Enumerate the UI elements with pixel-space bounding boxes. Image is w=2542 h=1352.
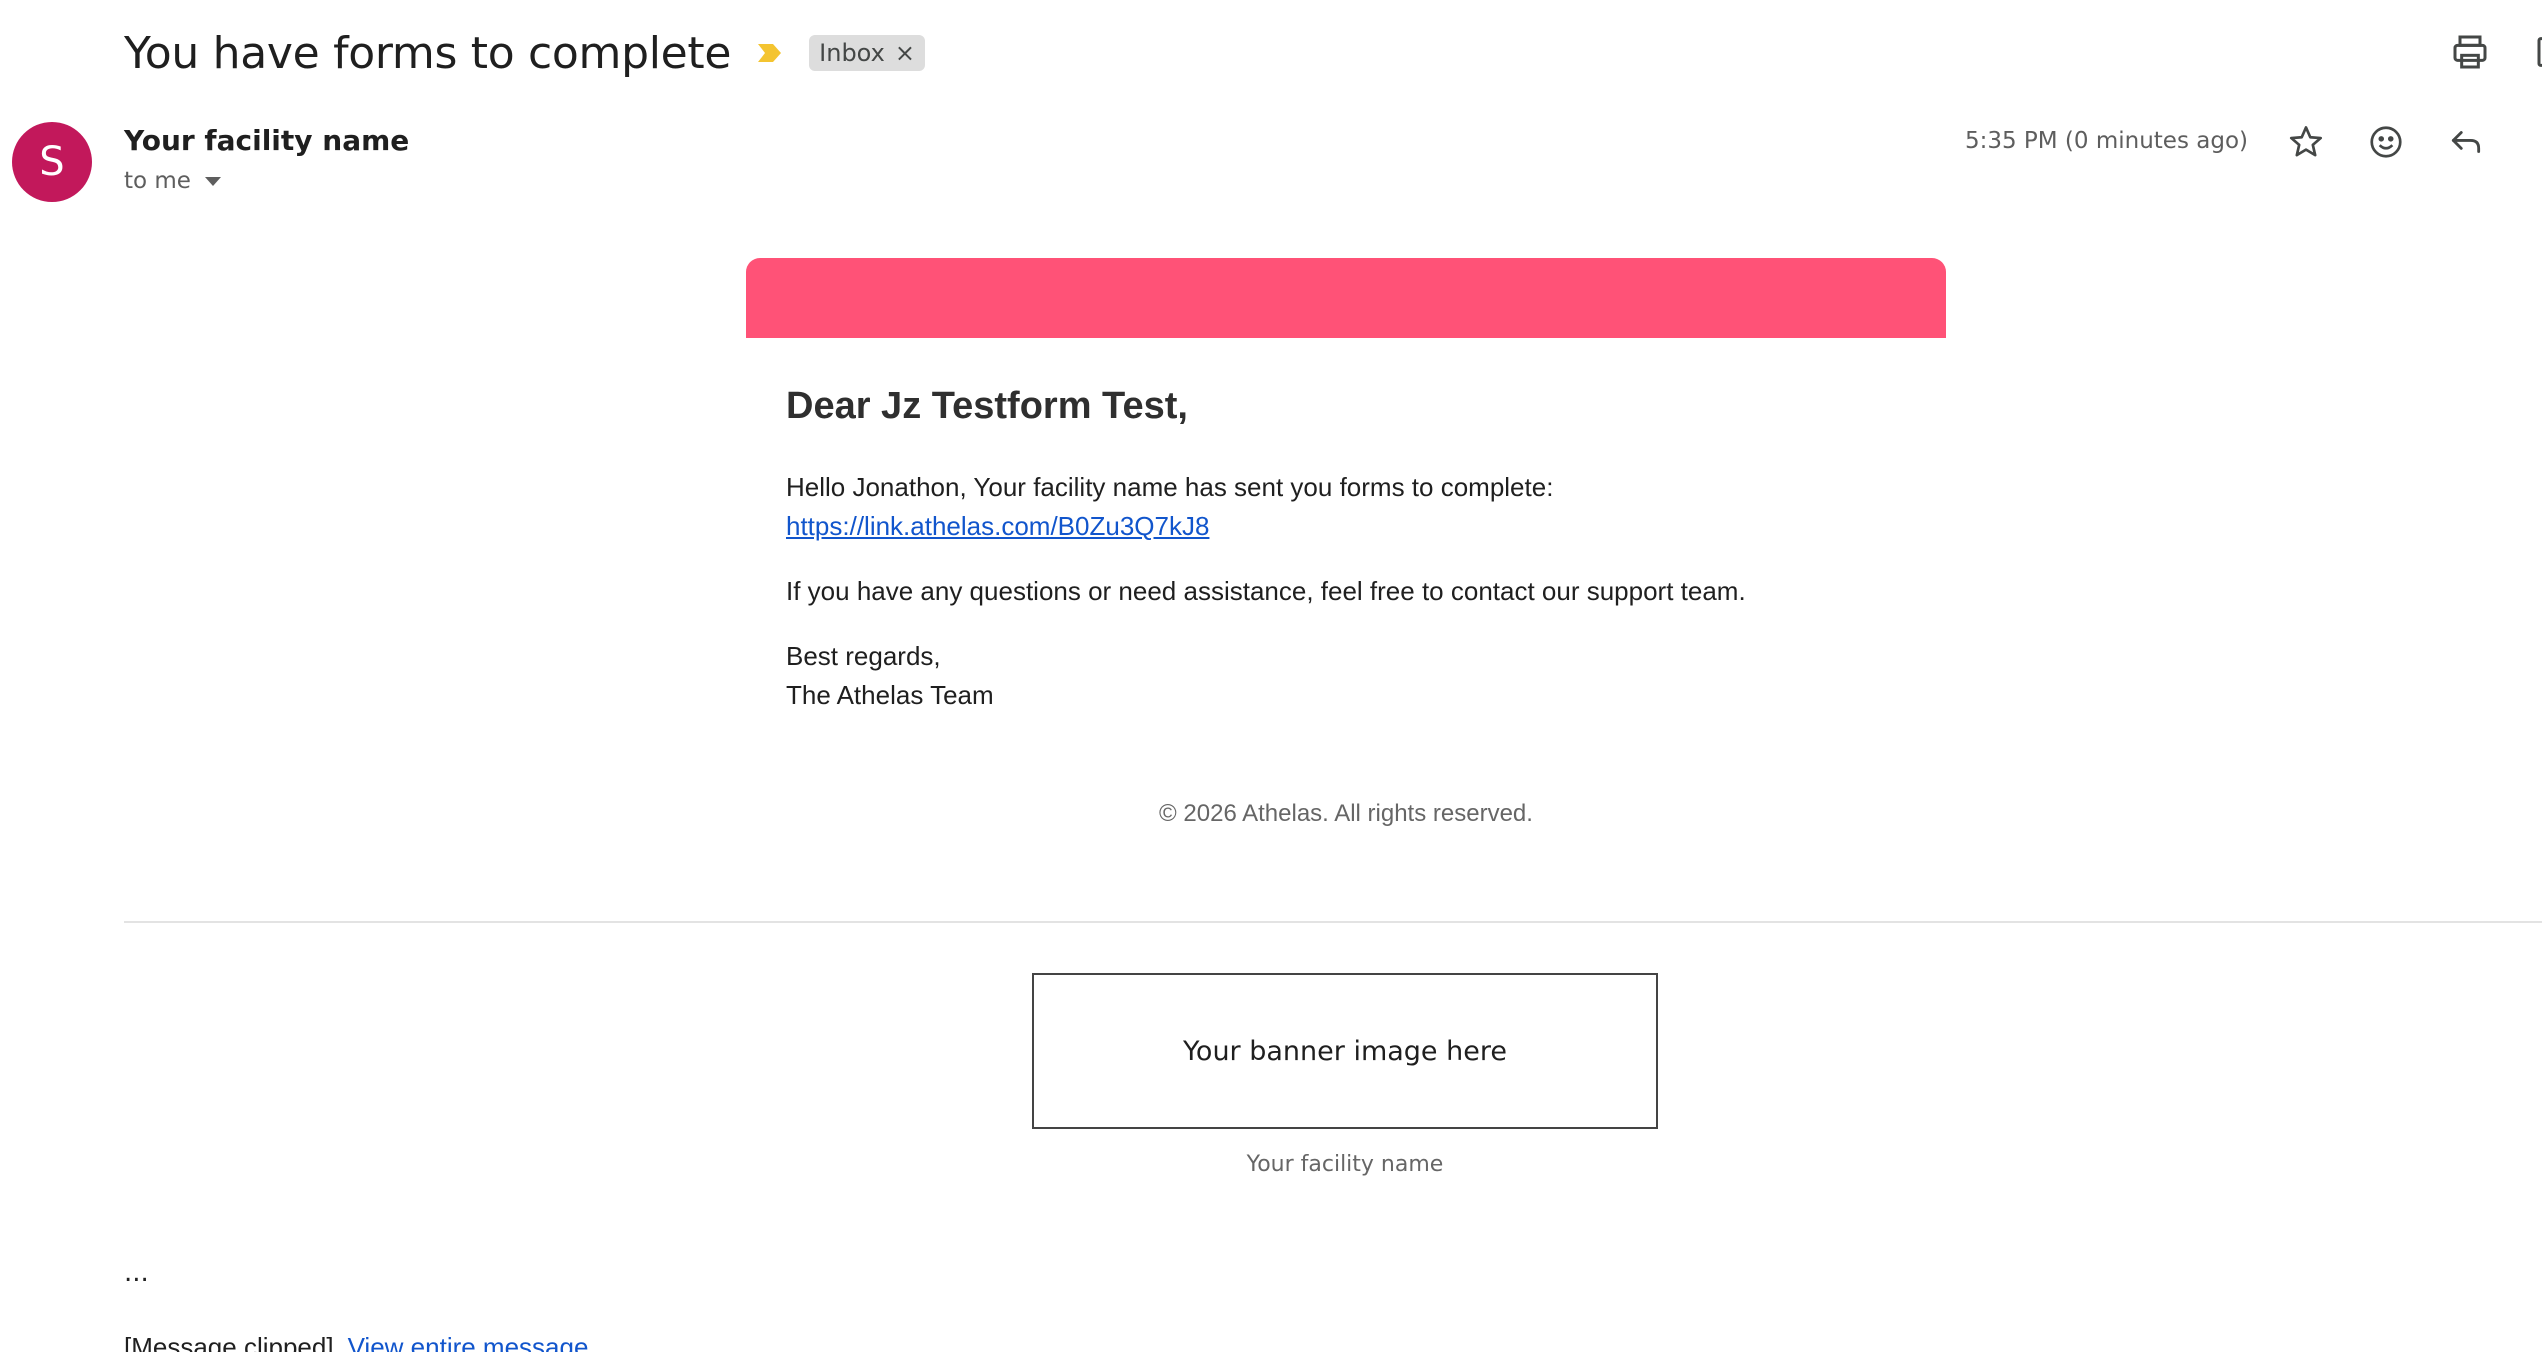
label-chip-text: Inbox	[819, 39, 885, 67]
message-timestamp: 5:35 PM (0 minutes ago)	[1964, 128, 2248, 154]
emoji-reaction-icon[interactable]	[2364, 118, 2408, 166]
subject-row: You have forms to complete Inbox ×	[124, 22, 925, 84]
forms-link[interactable]: https://link.athelas.com/B0Zu3Q7kJ8	[786, 511, 1209, 541]
email-support-paragraph: If you have any questions or need assist…	[786, 576, 1746, 606]
thread-toolbar	[2448, 30, 2542, 74]
email-subject: You have forms to complete	[124, 27, 732, 79]
email-signature: Best regards, The Athelas Team	[786, 637, 1926, 715]
trimmed-content-ellipsis[interactable]: ...	[124, 1258, 149, 1288]
email-view: You have forms to complete Inbox × S You…	[0, 0, 2542, 1352]
footer-facility-name: Your facility name	[1246, 1152, 1444, 1177]
team-name: The Athelas Team	[786, 680, 994, 710]
banner-image-placeholder: Your banner image here	[1032, 973, 1658, 1129]
label-chip-inbox: Inbox ×	[809, 35, 925, 71]
clipped-text: [Message clipped]	[124, 1332, 334, 1352]
footer-divider	[124, 921, 2542, 923]
chevron-down-icon	[204, 176, 221, 186]
remove-label-icon[interactable]: ×	[895, 41, 915, 65]
importance-marker-icon[interactable]	[757, 42, 783, 64]
email-header-banner	[746, 258, 1946, 338]
recipient-details-toggle[interactable]: to me	[124, 168, 221, 194]
open-in-new-window-icon[interactable]	[2532, 30, 2542, 74]
print-icon[interactable]	[2448, 30, 2492, 74]
view-entire-message-link[interactable]: View entire message	[348, 1332, 589, 1352]
recipient-text: to me	[124, 168, 191, 194]
sender-avatar[interactable]: S	[12, 122, 92, 202]
message-actions	[2284, 118, 2488, 166]
reply-icon[interactable]	[2444, 118, 2488, 166]
message-clipped-notice: [Message clipped] View entire message	[124, 1332, 588, 1352]
sender-name[interactable]: Your facility name	[124, 124, 409, 157]
email-intro-paragraph: Hello Jonathon, Your facility name has s…	[786, 468, 1926, 546]
email-body: Dear Jz Testform Test, Hello Jonathon, Y…	[786, 376, 1926, 710]
intro-text: Hello Jonathon, Your facility name has s…	[786, 472, 1554, 502]
star-icon[interactable]	[2284, 118, 2328, 166]
signoff-text: Best regards,	[786, 641, 941, 671]
email-greeting: Dear Jz Testform Test,	[786, 385, 1188, 427]
copyright-notice: © 2026 Athelas. All rights reserved.	[1159, 800, 1533, 827]
